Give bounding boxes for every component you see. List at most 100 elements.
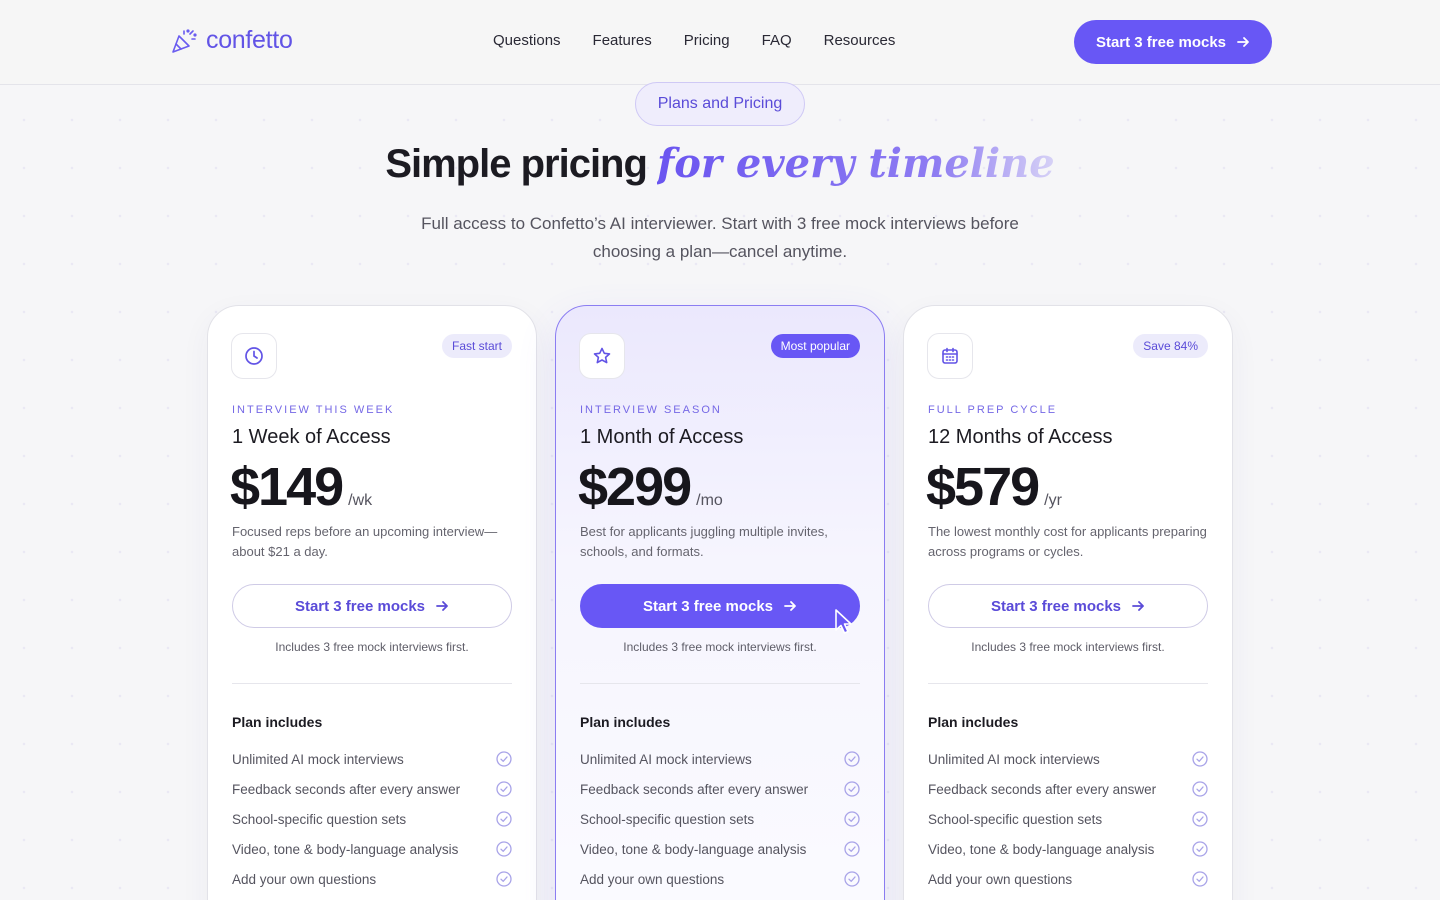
title-main: Simple pricing	[385, 142, 648, 186]
check-circle-icon	[1192, 871, 1208, 887]
plan-eyebrow: Full prep cycle	[928, 404, 1058, 416]
check-circle-icon	[496, 811, 512, 827]
feature-label: Unlimited AI mock interviews	[928, 751, 1100, 767]
feature-item: School-specific question sets	[928, 804, 1208, 834]
feature-item: Feedback seconds after every answer	[928, 774, 1208, 804]
check-circle-icon	[844, 811, 860, 827]
feature-item: Video, tone & body-language analysis	[580, 834, 860, 864]
arrow-right-icon	[436, 601, 448, 611]
mouse-cursor-icon	[835, 609, 852, 634]
plan-cta-button[interactable]: Start 3 free mocks	[232, 584, 512, 628]
plan-description: Best for applicants juggling multiple in…	[580, 524, 828, 559]
confetti-icon	[172, 28, 197, 53]
nav-item-features[interactable]: Features	[593, 32, 652, 49]
feature-item: Feedback seconds after every answer	[232, 774, 512, 804]
feature-label: School-specific question sets	[928, 811, 1103, 827]
calendar-icon	[927, 333, 973, 379]
feature-item: School-specific question sets	[580, 804, 860, 834]
main-nav: Questions Features Pricing FAQ Resources	[493, 32, 895, 49]
check-circle-icon	[1192, 781, 1208, 797]
plan-period: /yr	[1044, 492, 1062, 509]
check-circle-icon	[1192, 751, 1208, 767]
star-icon	[579, 333, 625, 379]
plan-cta-label: Start 3 free mocks	[642, 597, 774, 615]
header-cta-label: Start 3 free mocks	[1095, 33, 1227, 51]
plan-description: Focused reps before an upcoming intervie…	[232, 524, 498, 559]
page-subtitle: Full access to Confetto’s AI interviewer…	[421, 214, 1019, 261]
price-row: $579 /yr	[926, 456, 1062, 518]
feature-label: Feedback seconds after every answer	[928, 781, 1157, 797]
feature-label: Add your own questions	[232, 871, 377, 887]
plan-cta-label: Start 3 free mocks	[294, 597, 426, 615]
plan-badge: Fast start	[441, 334, 512, 358]
plan-cta-button[interactable]: Start 3 free mocks	[928, 584, 1208, 628]
plan-badge: Most popular	[770, 334, 860, 358]
feature-label: Add your own questions	[580, 871, 725, 887]
plan-cta-button[interactable]: Start 3 free mocks	[580, 584, 860, 628]
check-circle-icon	[496, 841, 512, 857]
feature-item: Unlimited AI mock interviews	[580, 744, 860, 774]
clock-icon	[231, 333, 277, 379]
check-circle-icon	[844, 781, 860, 797]
feature-item: Unlimited AI mock interviews	[928, 744, 1208, 774]
check-circle-icon	[844, 841, 860, 857]
nav-item-pricing[interactable]: Pricing	[684, 32, 730, 49]
plan-period: /wk	[348, 492, 373, 509]
arrow-right-icon	[1237, 37, 1249, 47]
feature-list: Unlimited AI mock interviews Feedback se…	[928, 744, 1208, 894]
check-circle-icon	[496, 781, 512, 797]
plan-description: The lowest monthly cost for applicants p…	[928, 524, 1207, 559]
nav-item-resources[interactable]: Resources	[824, 32, 896, 49]
feature-label: School-specific question sets	[232, 811, 407, 827]
plan-name: 1 Month of Access	[580, 426, 744, 448]
check-circle-icon	[496, 871, 512, 887]
title-accent: for every timeline	[657, 140, 1055, 187]
feature-item: Video, tone & body-language analysis	[232, 834, 512, 864]
brand-name: confetto	[206, 26, 293, 54]
plan-card-week: Fast start Interview this week 1 Week of…	[207, 305, 537, 900]
plan-note: Includes 3 free mock interviews first.	[623, 640, 817, 654]
includes-title: Plan includes	[580, 714, 671, 730]
feature-label: School-specific question sets	[580, 811, 755, 827]
page-title: Simple pricing for every timeline	[0, 140, 1440, 187]
includes-title: Plan includes	[928, 714, 1019, 730]
feature-item: Add your own questions	[928, 864, 1208, 894]
plan-note: Includes 3 free mock interviews first.	[275, 640, 469, 654]
check-circle-icon	[844, 871, 860, 887]
section-pill: Plans and Pricing	[635, 82, 805, 126]
logo[interactable]: confetto	[170, 26, 293, 55]
feature-list: Unlimited AI mock interviews Feedback se…	[232, 744, 512, 894]
nav-item-faq[interactable]: FAQ	[762, 32, 792, 49]
plan-price: $579	[926, 457, 1040, 517]
site-header: confetto Questions Features Pricing FAQ …	[0, 0, 1440, 85]
divider	[928, 683, 1208, 684]
plan-eyebrow: Interview this week	[232, 404, 395, 416]
includes-title: Plan includes	[232, 714, 323, 730]
price-row: $299 /mo	[578, 456, 723, 518]
nav-item-questions[interactable]: Questions	[493, 32, 561, 49]
check-circle-icon	[1192, 841, 1208, 857]
price-row: $149 /wk	[230, 456, 372, 518]
plan-cta-label: Start 3 free mocks	[990, 597, 1122, 615]
plan-card-month: Most popular Interview season 1 Month of…	[555, 305, 885, 900]
divider	[580, 683, 860, 684]
feature-label: Add your own questions	[928, 871, 1073, 887]
feature-label: Video, tone & body-language analysis	[580, 841, 807, 857]
plan-price: $299	[578, 457, 692, 517]
plan-name: 1 Week of Access	[232, 426, 391, 448]
feature-list: Unlimited AI mock interviews Feedback se…	[580, 744, 860, 894]
feature-label: Feedback seconds after every answer	[232, 781, 461, 797]
feature-item: School-specific question sets	[232, 804, 512, 834]
plan-badge: Save 84%	[1133, 334, 1208, 358]
plan-name: 12 Months of Access	[928, 426, 1113, 448]
divider	[232, 683, 512, 684]
feature-item: Unlimited AI mock interviews	[232, 744, 512, 774]
feature-label: Video, tone & body-language analysis	[928, 841, 1155, 857]
check-circle-icon	[1192, 811, 1208, 827]
feature-item: Feedback seconds after every answer	[580, 774, 860, 804]
arrow-right-icon	[1132, 601, 1144, 611]
feature-label: Unlimited AI mock interviews	[232, 751, 404, 767]
feature-item: Add your own questions	[580, 864, 860, 894]
plan-card-year: Save 84% Full prep cycle 12 Months of Ac…	[903, 305, 1233, 900]
header-cta-button[interactable]: Start 3 free mocks	[1074, 20, 1272, 64]
